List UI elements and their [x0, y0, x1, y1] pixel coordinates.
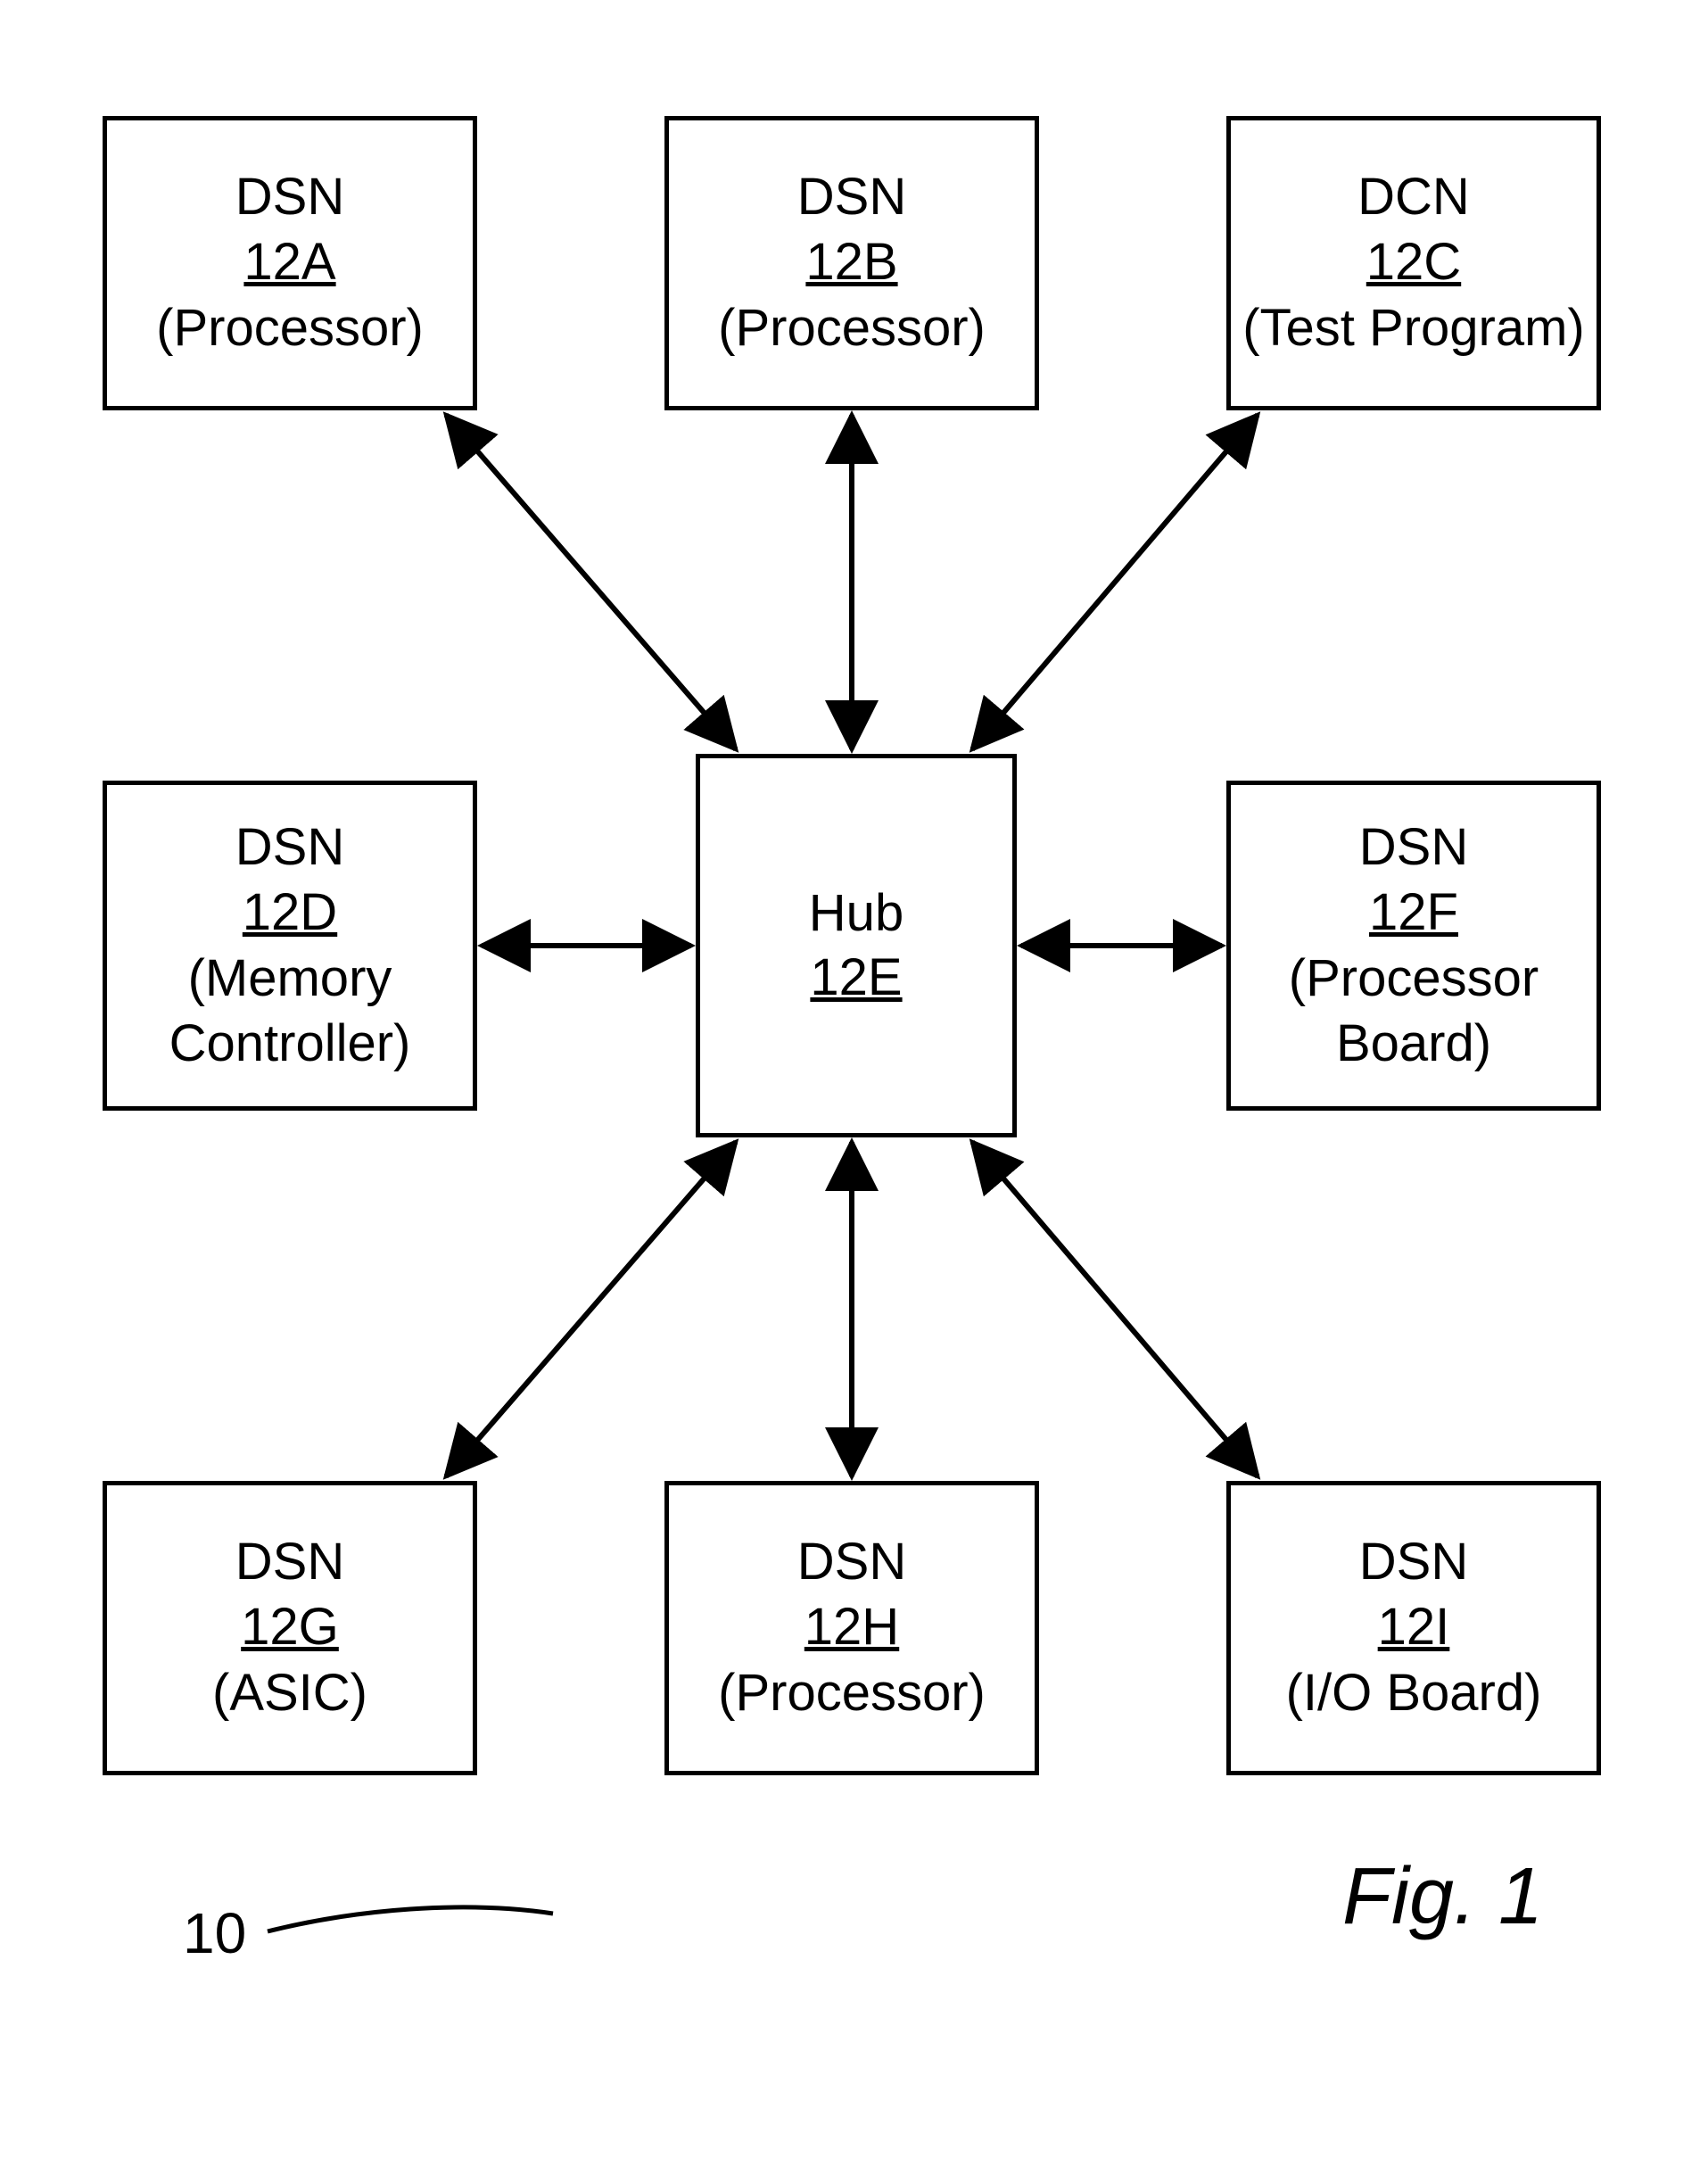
node-12d-label: (Memory Controller)	[107, 947, 473, 1076]
node-12a: DSN 12A (Processor)	[103, 116, 477, 410]
node-12b-label: (Processor)	[718, 296, 986, 361]
ref-leader	[268, 1907, 553, 1931]
node-12e-kind: Hub	[809, 881, 904, 947]
node-12i-id: 12I	[1378, 1595, 1450, 1660]
node-12i-label: (I/O Board)	[1286, 1661, 1542, 1726]
node-12c: DCN 12C (Test Program)	[1226, 116, 1601, 410]
node-12h: DSN 12H (Processor)	[664, 1481, 1039, 1775]
node-12h-label: (Processor)	[718, 1661, 986, 1726]
node-12a-label: (Processor)	[156, 296, 424, 361]
node-12c-kind: DCN	[1357, 165, 1470, 230]
node-12a-kind: DSN	[235, 165, 344, 230]
edge-12a	[446, 415, 736, 749]
node-12h-kind: DSN	[797, 1530, 906, 1595]
edge-12c	[972, 415, 1258, 749]
node-12c-label: (Test Program)	[1242, 296, 1585, 361]
diagram-canvas: DSN 12A (Processor) DSN 12B (Processor) …	[0, 0, 1708, 2158]
node-12i-kind: DSN	[1359, 1530, 1468, 1595]
node-12e-hub: Hub 12E	[696, 754, 1017, 1137]
edge-12g	[446, 1142, 736, 1476]
node-12c-id: 12C	[1366, 230, 1461, 295]
figure-label: Fig. 1	[1342, 1851, 1543, 1943]
node-12d-kind: DSN	[235, 815, 344, 881]
node-12a-id: 12A	[243, 230, 335, 295]
node-12g: DSN 12G (ASIC)	[103, 1481, 477, 1775]
node-12f-id: 12F	[1369, 881, 1458, 946]
node-12g-id: 12G	[241, 1595, 339, 1660]
node-12e-id: 12E	[810, 946, 902, 1011]
node-12g-kind: DSN	[235, 1530, 344, 1595]
node-12g-label: (ASIC)	[212, 1661, 367, 1726]
node-12b-id: 12B	[805, 230, 897, 295]
node-12f-kind: DSN	[1359, 815, 1468, 881]
node-12i: DSN 12I (I/O Board)	[1226, 1481, 1601, 1775]
node-12d-id: 12D	[243, 881, 337, 946]
reference-numeral: 10	[183, 1900, 246, 1966]
edge-12i	[972, 1142, 1258, 1476]
node-12b: DSN 12B (Processor)	[664, 116, 1039, 410]
node-12f-label: (Processor Board)	[1231, 947, 1597, 1076]
node-12f: DSN 12F (Processor Board)	[1226, 781, 1601, 1111]
node-12b-kind: DSN	[797, 165, 906, 230]
node-12h-id: 12H	[804, 1595, 899, 1660]
node-12d: DSN 12D (Memory Controller)	[103, 781, 477, 1111]
